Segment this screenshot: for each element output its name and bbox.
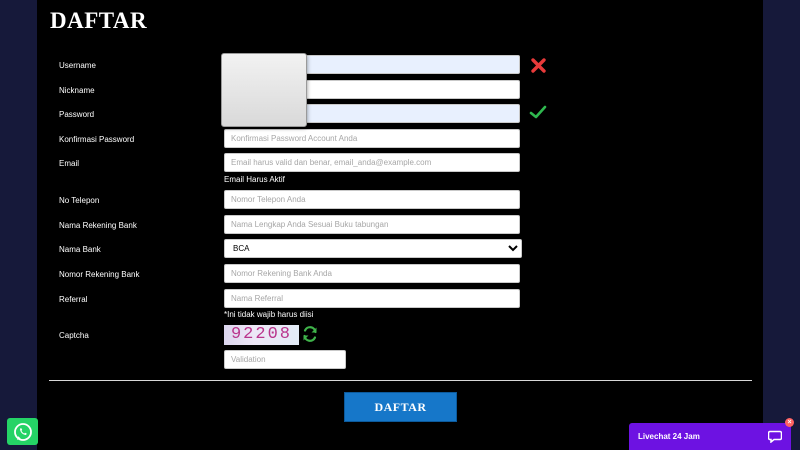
captcha-label: Captcha: [59, 331, 89, 340]
account-name-label: Nama Rekening Bank: [59, 221, 137, 230]
check-mark-icon: [529, 105, 547, 119]
livechat-close-button[interactable]: ×: [785, 418, 794, 427]
livechat-widget[interactable]: Livechat 24 Jam: [629, 423, 791, 450]
captcha-input[interactable]: [224, 350, 346, 369]
confirm-password-label: Konfirmasi Password: [59, 135, 135, 144]
register-panel: DAFTAR Username Nickname Password Konfir…: [37, 0, 763, 450]
password-label: Password: [59, 110, 95, 119]
captcha-image: 92208: [224, 325, 299, 345]
phone-label: No Telepon: [59, 196, 100, 205]
register-button[interactable]: DAFTAR: [344, 392, 457, 422]
left-background: [0, 0, 37, 450]
bank-select[interactable]: BCA: [224, 239, 522, 258]
account-name-input[interactable]: [224, 215, 520, 234]
whatsapp-button[interactable]: [7, 418, 38, 445]
whatsapp-icon: [13, 422, 32, 441]
x-mark-icon: [531, 58, 546, 73]
confirm-password-input[interactable]: [224, 129, 520, 148]
email-label: Email: [59, 159, 80, 168]
divider: [49, 380, 752, 381]
referral-note: *Ini tidak wajib harus diisi: [224, 310, 314, 319]
refresh-icon[interactable]: [301, 325, 319, 343]
chat-bubble-icon: [768, 430, 782, 443]
account-number-input[interactable]: [224, 264, 520, 283]
account-number-label: Nomor Rekening Bank: [59, 270, 140, 279]
livechat-label: Livechat 24 Jam: [638, 432, 700, 441]
username-label: Username: [59, 61, 96, 70]
phone-input[interactable]: [224, 190, 520, 209]
email-note: Email Harus Aktif: [224, 175, 285, 184]
page-title: DAFTAR: [50, 8, 148, 33]
email-input[interactable]: [224, 153, 520, 172]
autofill-overlay: [221, 53, 307, 127]
right-background: [763, 0, 800, 450]
referral-label: Referral: [59, 295, 88, 304]
nickname-label: Nickname: [59, 86, 95, 95]
referral-input[interactable]: [224, 289, 520, 308]
bank-label: Nama Bank: [59, 245, 101, 254]
